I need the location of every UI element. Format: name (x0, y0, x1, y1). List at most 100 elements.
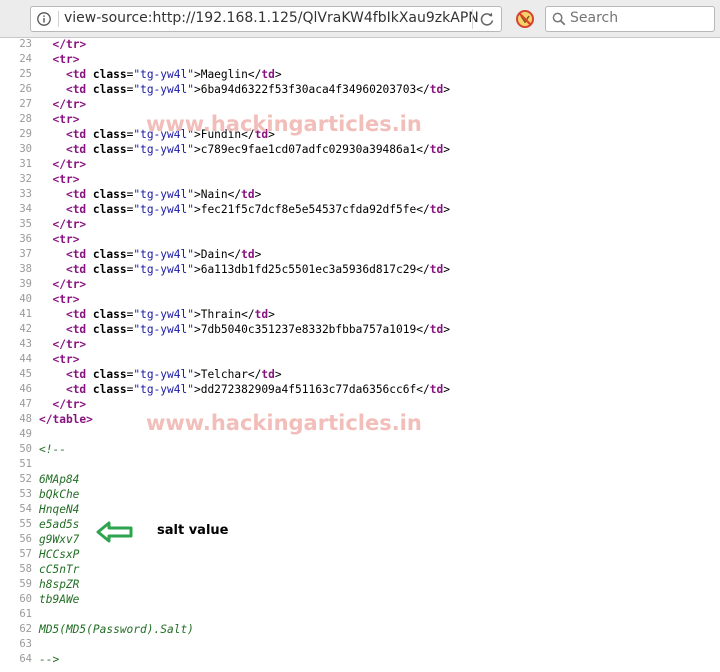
url-bar[interactable]: view-source:http://192.168.1.125/QlVraKW… (30, 6, 502, 32)
source-line: 36 <tr> (0, 232, 720, 247)
code-token: class (92, 128, 127, 141)
code-token: "tg-yw4l" (133, 248, 194, 261)
source-line: 26 <td class="tg-yw4l">6ba94d6322f53f30a… (0, 82, 720, 97)
code-token: > (443, 83, 450, 96)
line-code: </tr> (39, 397, 86, 412)
code-token: <td (65, 308, 93, 321)
line-number: 54 (19, 503, 32, 515)
code-token: >7db5040c351237e8332bfbba757a1019</ (193, 323, 430, 336)
source-line: 42 <td class="tg-yw4l">7db5040c351237e83… (0, 322, 720, 337)
code-token: <td (65, 263, 93, 276)
code-token: class (92, 143, 127, 156)
code-token: >6a113db1fd25c5501ec3a5936d817c29</ (193, 263, 430, 276)
line-code: <td class="tg-yw4l">Maeglin</td> (39, 67, 282, 82)
code-token: >6ba94d6322f53f30aca4f34960203703</ (193, 83, 430, 96)
line-number: 59 (19, 578, 32, 590)
line-number: 28 (19, 113, 32, 125)
code-token: <td (65, 203, 93, 216)
salt-value-annotation: salt value (157, 523, 229, 538)
code-token: > (268, 128, 275, 141)
code-token: HCCsxP (39, 548, 80, 561)
source-line: 61 (0, 607, 720, 622)
code-token: "tg-yw4l" (133, 68, 194, 81)
code-token: td (261, 368, 275, 381)
code-token: tb9AWe (39, 593, 80, 606)
source-line: 62 MD5(MD5(Password).Salt) (0, 622, 720, 637)
code-token: td (241, 248, 255, 261)
code-token: > (443, 323, 450, 336)
code-token: class (92, 203, 127, 216)
line-number: 44 (19, 353, 32, 365)
line-code: <tr> (39, 292, 79, 307)
line-code: <tr> (39, 172, 79, 187)
url-text[interactable]: view-source:http://192.168.1.125/QlVraKW… (64, 10, 479, 26)
code-token: </table> (39, 413, 93, 426)
code-token: class (92, 263, 127, 276)
code-token: "tg-yw4l" (133, 188, 194, 201)
line-number: 29 (19, 128, 32, 140)
source-line: 29 <td class="tg-yw4l">Fundin</td> (0, 127, 720, 142)
code-token: "tg-yw4l" (133, 83, 194, 96)
search-input[interactable] (570, 10, 710, 26)
line-code: h8spZR (39, 577, 79, 592)
code-token: >fec21f5c7dcf8e5e54537cfda92df5fe</ (193, 203, 430, 216)
code-token: > (443, 203, 450, 216)
search-bar[interactable] (545, 6, 715, 32)
code-token: >c789ec9fae1cd07adfc02930a39486a1</ (193, 143, 430, 156)
line-number: 50 (19, 443, 32, 455)
source-line: 45 <td class="tg-yw4l">Telchar</td> (0, 367, 720, 382)
source-line: 58 cC5nTr (0, 562, 720, 577)
source-line: 50 <!-- (0, 442, 720, 457)
line-code: e5ad5s (39, 517, 79, 532)
code-token: "tg-yw4l" (133, 383, 194, 396)
line-code: <td class="tg-yw4l">fec21f5c7dcf8e5e5453… (39, 202, 450, 217)
code-token: "tg-yw4l" (133, 203, 194, 216)
line-code: HnqeN4 (39, 502, 79, 517)
line-code: HCCsxP (39, 547, 79, 562)
source-line: 30 <td class="tg-yw4l">c789ec9fae1cd07ad… (0, 142, 720, 157)
code-token: td (261, 68, 275, 81)
line-code: </tr> (39, 37, 86, 52)
line-code: g9Wxv7 (39, 532, 79, 547)
code-token: 6MAp84 (39, 473, 80, 486)
info-icon[interactable] (37, 12, 51, 26)
line-number: 26 (19, 83, 32, 95)
source-line: 47 </tr> (0, 397, 720, 412)
line-number: 63 (19, 638, 32, 650)
code-token: > (274, 68, 282, 81)
code-token: <!-- (39, 443, 66, 456)
code-token: <td (65, 188, 93, 201)
code-token: "tg-yw4l" (133, 323, 194, 336)
line-code: <td class="tg-yw4l">dd272382909a4f51163c… (39, 382, 450, 397)
source-line: 46 <td class="tg-yw4l">dd272382909a4f511… (0, 382, 720, 397)
code-token: >Dain</ (193, 248, 242, 261)
code-token: td (254, 308, 269, 321)
source-line: 35 </tr> (0, 217, 720, 232)
reload-icon[interactable] (479, 11, 495, 27)
code-token: e5ad5s (39, 518, 80, 531)
source-line: 57 HCCsxP (0, 547, 720, 562)
line-number: 24 (19, 53, 32, 65)
line-number: 37 (19, 248, 32, 260)
line-code: --> (39, 652, 59, 667)
line-code: <!-- (39, 442, 66, 457)
line-number: 53 (19, 488, 32, 500)
line-number: 48 (19, 413, 32, 425)
source-line: 64 --> (0, 652, 720, 667)
page-source-view: 23 </tr> 24 <tr> 25 <td class="tg-yw4l">Ma… (0, 37, 720, 667)
code-token: bQkChe (39, 488, 80, 501)
source-line: 53 bQkChe (0, 487, 720, 502)
code-token: <tr> (52, 353, 80, 366)
line-code: </tr> (39, 97, 86, 112)
line-number: 42 (19, 323, 32, 335)
no-script-icon[interactable] (515, 9, 535, 29)
code-token: > (254, 188, 262, 201)
